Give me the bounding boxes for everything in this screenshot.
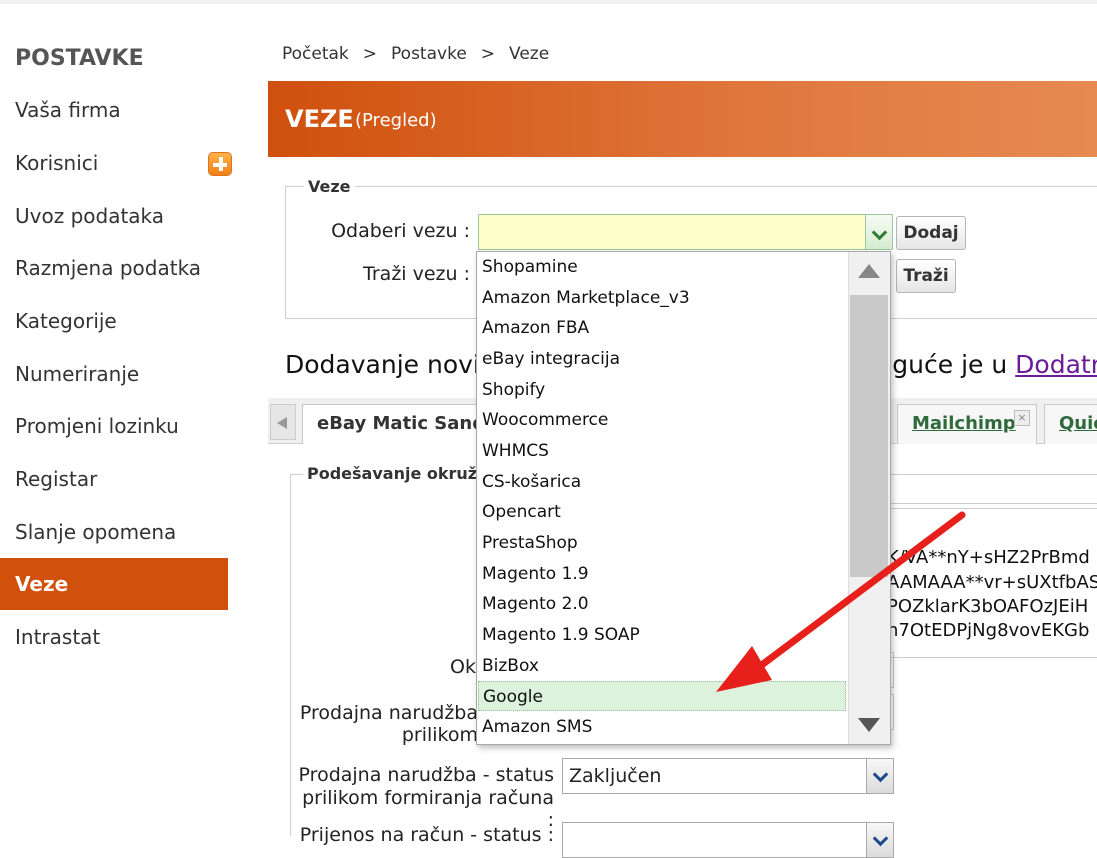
page-subtitle: (Pregled) <box>355 110 437 131</box>
dropdown-option[interactable]: BizBox <box>478 651 846 681</box>
prijenos-label: Prijenos na račun - status : <box>299 824 554 846</box>
chevron-down-icon[interactable] <box>866 822 894 858</box>
token-line: n7OtEDPjNg8vovEKGb <box>887 620 1090 641</box>
dropdown-option[interactable]: Amazon FBA <box>478 313 846 343</box>
dropdown-option[interactable]: Amazon SMS <box>478 712 846 742</box>
token-line: POZklarK3bOAFOzJEiH <box>887 596 1089 617</box>
order-status-1-label: Prodajna narudžba <box>299 702 478 724</box>
dropdown-option[interactable]: Shopify <box>478 375 846 405</box>
breadcrumb-veze: Veze <box>509 44 550 64</box>
page-header: VEZE (Pregled) <box>268 81 1097 157</box>
veze-legend: Veze <box>304 177 355 196</box>
info-text-middle: oguće je u <box>877 350 1008 379</box>
breadcrumb-postavke[interactable]: Postavke <box>391 44 467 64</box>
ok-label: Ok <box>450 656 476 678</box>
token-line: K/VA**nY+sHZ2PrBmd <box>887 547 1090 568</box>
settings-input[interactable] <box>886 474 1097 504</box>
odaberi-vezu-label: Odaberi vezu : <box>331 220 470 242</box>
sidebar-item-korisnici[interactable]: Korisnici <box>0 137 228 189</box>
dropdown-option[interactable]: Amazon Marketplace_v3 <box>478 283 846 313</box>
trazi-vezu-label: Traži vezu : <box>363 263 470 285</box>
tab-quic[interactable]: Quic <box>1044 404 1097 444</box>
dropdown-option[interactable]: WHMCS <box>478 436 846 466</box>
dropdown-option[interactable]: Shopamine <box>478 252 846 282</box>
close-icon[interactable]: × <box>1014 410 1030 426</box>
dodatno-link[interactable]: Dodatn <box>1015 350 1097 379</box>
dropdown-option[interactable]: CS-košarica <box>478 467 846 497</box>
dropdown-option[interactable]: Magento 2.0 <box>478 589 846 619</box>
chevron-down-icon[interactable] <box>865 214 893 250</box>
info-text-right: oguće je u Dodatn <box>877 350 1097 379</box>
chevron-down-icon[interactable] <box>866 758 894 794</box>
scrollbar-thumb[interactable] <box>850 295 888 577</box>
dropdown-option[interactable]: Woocommerce <box>478 405 846 435</box>
order-status-2-select[interactable]: Zaključen <box>562 758 894 794</box>
dodaj-button[interactable]: Dodaj <box>896 216 966 250</box>
scroll-down-icon[interactable] <box>858 718 880 732</box>
sidebar-item-intrastat[interactable]: Intrastat <box>0 611 228 663</box>
prijenos-select[interactable] <box>562 822 894 858</box>
breadcrumb-pocetak[interactable]: Početak <box>282 44 349 64</box>
breadcrumb: Početak > Postavke > Veze <box>282 44 549 64</box>
breadcrumb-separator: > <box>362 44 378 64</box>
page-title: VEZE <box>285 105 354 133</box>
sidebar-item-uvoz-podataka[interactable]: Uvoz podataka <box>0 190 228 242</box>
sidebar-title: POSTAVKE <box>15 46 144 71</box>
sidebar-item-numeriranje[interactable]: Numeriranje <box>0 348 228 400</box>
order-status-1-label-2: prilikom <box>401 724 478 746</box>
veze-dropdown-list: Shopamine Amazon Marketplace_v3 Amazon F… <box>476 251 891 745</box>
trazi-button[interactable]: Traži <box>896 259 956 293</box>
sidebar-item-vasa-firma[interactable]: Vaša firma <box>0 84 228 136</box>
sidebar-item-registar[interactable]: Registar <box>0 453 228 505</box>
token-line: AAMAAA**vr+sUXtfbAS <box>887 572 1097 593</box>
tab-scroll-left-icon[interactable] <box>270 404 296 440</box>
dropdown-option[interactable]: Magento 1.9 SOAP <box>478 620 846 650</box>
info-text-left: Dodavanje novih <box>285 350 496 379</box>
okruzenje-legend: Podešavanje okruže <box>303 464 492 483</box>
tab-ebay-matic-sandbox[interactable]: eBay Matic SandB <box>302 404 502 444</box>
sidebar-item-promjeni-lozinku[interactable]: Promjeni lozinku <box>0 400 228 452</box>
dropdown-option[interactable]: eBay integracija <box>478 344 846 374</box>
odaberi-vezu-combobox[interactable] <box>478 214 893 250</box>
sidebar-item-slanje-opomena[interactable]: Slanje opomena <box>0 506 228 558</box>
dropdown-option[interactable]: PrestaShop <box>478 528 846 558</box>
scroll-up-icon[interactable] <box>858 264 880 278</box>
dropdown-option[interactable]: Magento 1.9 <box>478 559 846 589</box>
dropdown-option[interactable]: Opencart <box>478 497 846 527</box>
token-textarea[interactable]: K/VA**nY+sHZ2PrBmd AAMAAA**vr+sUXtfbAS P… <box>886 508 1097 658</box>
sidebar-item-kategorije[interactable]: Kategorije <box>0 295 228 347</box>
breadcrumb-separator: > <box>480 44 496 64</box>
sidebar-item-veze[interactable]: Veze <box>0 558 228 610</box>
top-border <box>0 0 1097 4</box>
add-user-plus-icon[interactable] <box>208 152 232 176</box>
dropdown-option-highlighted[interactable]: Google <box>478 681 846 711</box>
sidebar-item-razmjena-podatka[interactable]: Razmjena podatka <box>0 242 228 294</box>
order-status-2-label: Prodajna narudžba - status <box>298 764 554 786</box>
